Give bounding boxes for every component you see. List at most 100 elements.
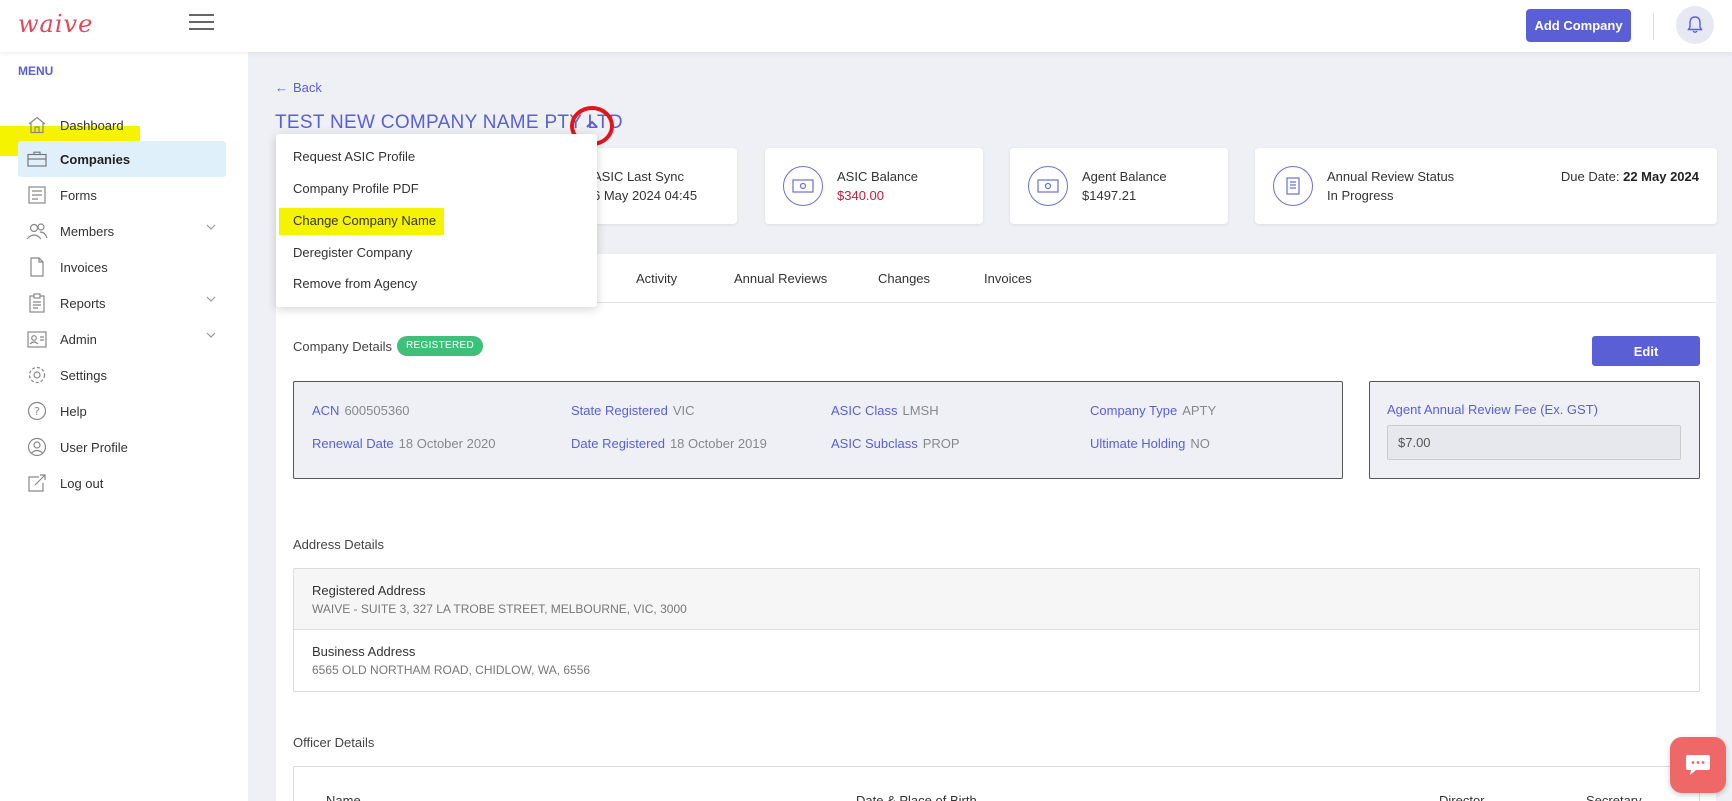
registered-address-value: WAIVE - SUITE 3, 327 LA TROBE STREET, ME… [312,602,687,616]
asic-class-field: ASIC Class LMSH [831,403,939,418]
field-key: Ultimate Holding [1090,436,1186,451]
sidebar-item-forms[interactable]: Forms [18,178,226,212]
field-value: 18 October 2019 [669,436,767,451]
asic-last-sync-value: 6 May 2024 04:45 [593,188,698,203]
chevron-down-icon [206,224,216,230]
briefcase-icon [26,148,48,170]
sidebar-item-label: Log out [60,475,104,491]
home-icon [26,114,48,136]
business-address-value: 6565 OLD NORTHAM ROAD, CHIDLOW, WA, 6556 [312,663,591,677]
due-date-label: Due Date: [1560,169,1620,184]
field-value: NO [1190,436,1210,451]
field-key: ASIC Class [831,403,898,418]
menu-item-change-company-name[interactable]: Change Company Name [293,213,436,228]
annual-review-status-value: In Progress [1327,188,1394,203]
address-details-title: Address Details [293,537,385,552]
sidebar-item-invoices[interactable]: Invoices [18,250,226,284]
company-details-box: ACN 600505360 State Registered VIC ASIC Cl… [293,381,1343,479]
agent-balance-value: $1497.21 [1082,188,1137,203]
field-value: LMSH [902,403,939,418]
sidebar-item-label: Forms [60,187,97,203]
sidebar-item-label: Help [60,403,87,419]
sidebar-item-label: Reports [60,295,106,311]
tab-activity[interactable]: Activity [636,271,677,286]
registered-address-row: Registered Address WAIVE - SUITE 3, 327 … [294,569,1699,630]
hamburger-menu-icon[interactable] [189,14,214,34]
back-link[interactable]: ← Back [275,80,322,95]
sidebar-item-label: Settings [60,367,107,383]
field-value: APTY [1182,403,1217,418]
sidebar-item-dashboard[interactable]: Dashboard [18,108,226,142]
chat-button[interactable] [1670,737,1726,793]
column-header-birth: Date & Place of Birth [856,793,977,801]
field-key: Renewal Date [312,436,394,451]
document-icon [26,256,48,278]
sidebar-item-members[interactable]: Members [18,214,226,248]
sidebar-item-label: User Profile [60,439,128,455]
arrow-left-icon: ← [275,80,288,95]
field-value: VIC [672,403,695,418]
company-actions-dropdown: Request ASIC Profile Company Profile PDF… [276,134,597,307]
field-key: Company Type [1090,403,1178,418]
column-header-director: Director [1439,793,1485,801]
sidebar-item-settings[interactable]: Settings [18,358,226,392]
notifications-bell-icon[interactable] [1676,6,1714,44]
company-type-field: Company Type APTY [1090,403,1216,418]
sidebar-item-user-profile[interactable]: User Profile [18,430,226,464]
sidebar-item-label: Companies [60,151,131,167]
column-header-name: Name [326,793,361,801]
sidebar-item-admin[interactable]: Admin [18,322,226,356]
menu-item-remove-from-agency[interactable]: Remove from Agency [293,276,417,291]
help-icon: ? [26,400,48,422]
menu-label: MENU [18,64,54,78]
chat-icon [1686,755,1710,775]
field-value: 18 October 2020 [398,436,496,451]
status-badge: REGISTERED [397,336,484,356]
annual-review-status-card: Annual Review Status In Progress Due Dat… [1255,148,1717,224]
state-registered-field: State Registered VIC [571,403,695,418]
menu-item-request-asic-profile[interactable]: Request ASIC Profile [293,149,415,164]
add-company-button[interactable]: Add Company [1526,9,1631,42]
sidebar: MENU Dashboard Companies Forms Members I… [0,52,248,801]
sidebar-item-label: Admin [60,331,97,347]
admin-icon [26,328,48,350]
asic-balance-value: $340.00 [837,188,884,203]
field-key: ACN [312,403,340,418]
registered-address-label: Registered Address [312,583,426,598]
back-label: Back [293,80,322,95]
asic-balance-card: ASIC Balance $340.00 [765,148,983,224]
date-registered-field: Date Registered 18 October 2019 [571,436,767,451]
company-content-card: Activity Annual Reviews Changes Invoices… [276,254,1716,801]
agent-fee-input[interactable]: $7.00 [1387,425,1681,460]
menu-item-company-profile-pdf[interactable]: Company Profile PDF [293,181,419,196]
forms-icon [26,184,48,206]
users-icon [26,220,48,242]
menu-item-deregister-company[interactable]: Deregister Company [293,245,412,260]
svg-text:?: ? [34,405,40,418]
column-header-secretary: Secretary [1586,793,1642,801]
renewal-date-field: Renewal Date 18 October 2020 [312,436,496,451]
field-key: State Registered [571,403,668,418]
waive-logo[interactable]: waive [18,10,93,38]
asic-subclass-field: ASIC Subclass PROP [831,436,960,451]
sidebar-item-help[interactable]: ? Help [18,394,226,428]
acn-field: ACN 600505360 [312,403,410,418]
asic-last-sync-label: ASIC Last Sync [593,169,685,184]
tab-annual-reviews[interactable]: Annual Reviews [734,271,827,286]
report-icon [1273,166,1313,206]
agent-fee-box: Agent Annual Review Fee (Ex. GST) $7.00 [1369,381,1700,479]
logout-icon [26,472,48,494]
sidebar-item-logout[interactable]: Log out [18,466,226,500]
sidebar-item-companies[interactable]: Companies [18,141,226,177]
money-icon [783,166,823,206]
field-value: 600505360 [344,403,410,418]
due-date-value: 22 May 2024 [1623,169,1699,184]
officer-table: Name Date & Place of Birth Director Secr… [293,766,1700,801]
tab-changes[interactable]: Changes [878,271,930,286]
sidebar-item-reports[interactable]: Reports [18,286,226,320]
top-bar: waive Add Company [0,0,1732,52]
field-key: ASIC Subclass [831,436,918,451]
edit-button[interactable]: Edit [1592,336,1700,366]
tab-invoices[interactable]: Invoices [984,271,1032,286]
officer-details-title: Officer Details [293,735,375,750]
